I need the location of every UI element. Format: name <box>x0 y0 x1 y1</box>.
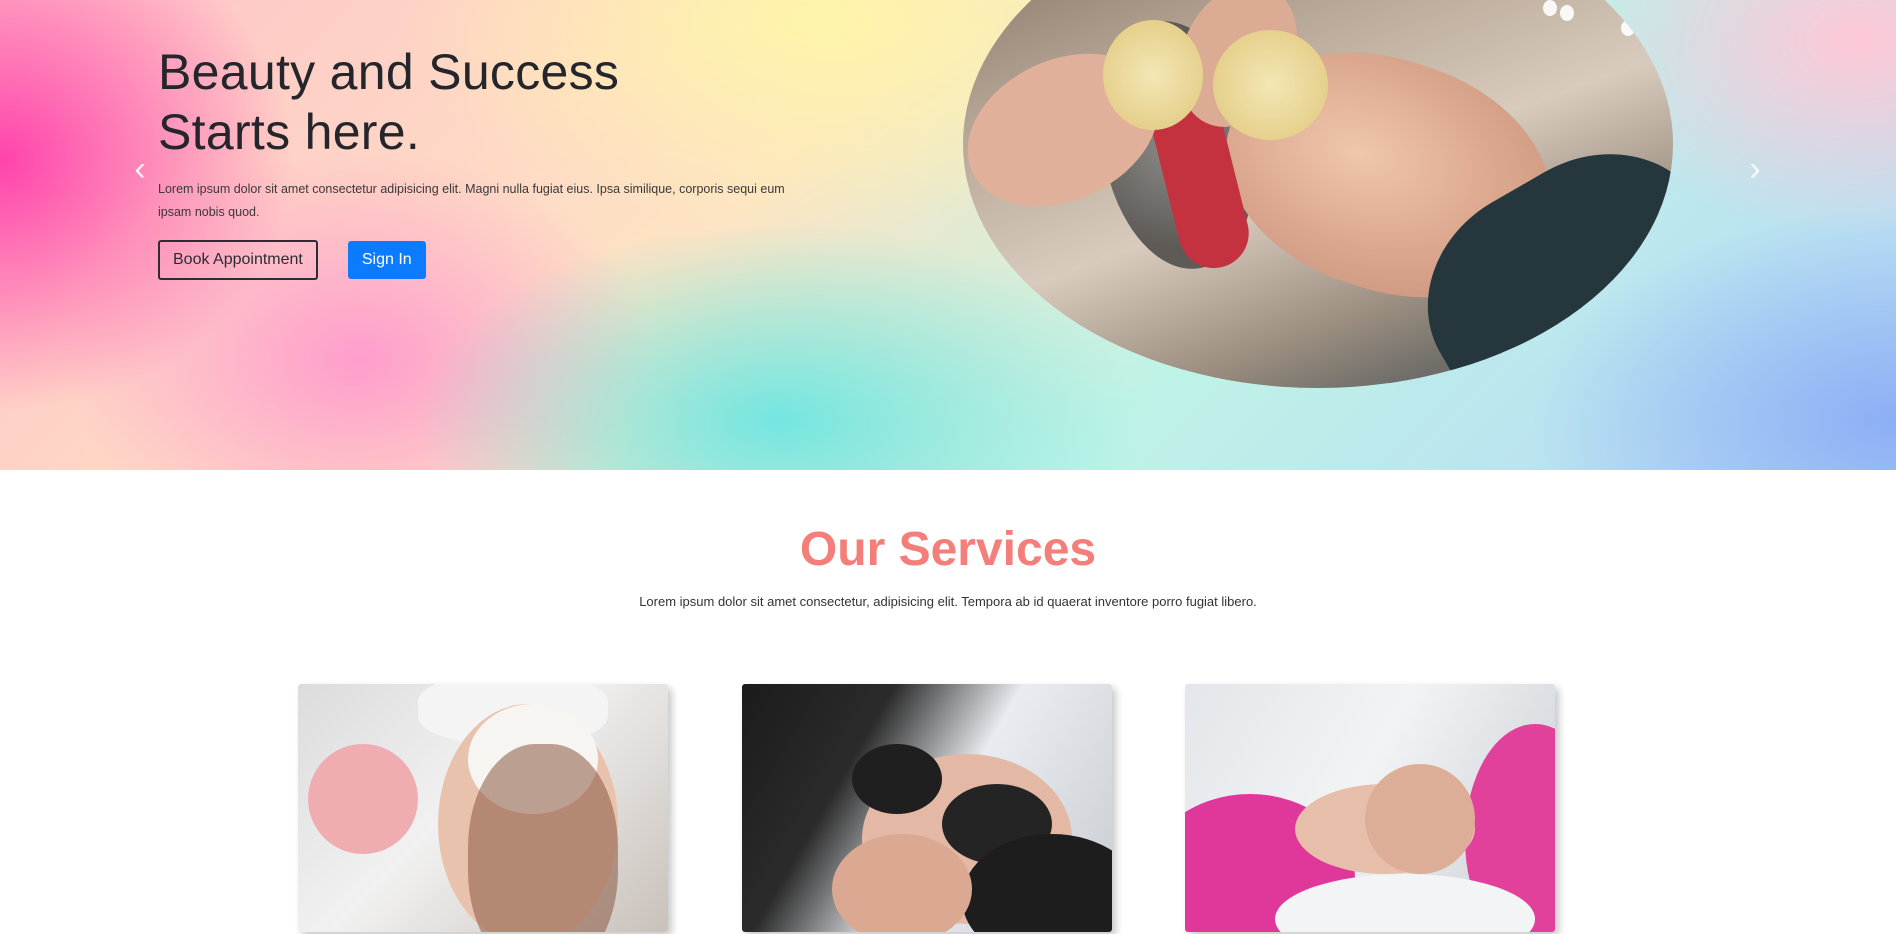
hero-title: Beauty and Success Starts here. <box>158 42 818 162</box>
services-title: Our Services <box>799 523 1097 576</box>
services-description: Lorem ipsum dolor sit amet consectetur, … <box>639 594 1257 609</box>
service-card-facial-mask[interactable] <box>298 684 668 932</box>
bokeh-light <box>1543 0 1557 16</box>
bokeh-light <box>1621 20 1635 36</box>
chevron-left-icon: ‹ <box>134 150 146 188</box>
service-card-charcoal-mask[interactable] <box>742 684 1112 932</box>
sign-in-button[interactable]: Sign In <box>347 241 426 279</box>
carousel-next-button[interactable]: › <box>1741 152 1769 186</box>
book-appointment-button[interactable]: Book Appointment <box>158 240 318 280</box>
cotton-pad-shape <box>1213 30 1328 140</box>
hair-shape <box>468 744 618 932</box>
hero-facial-treatment-image <box>963 0 1673 388</box>
hero-carousel: ‹ › Beauty and Success Starts here. Lore… <box>0 0 1896 470</box>
hand-shape <box>1365 764 1475 874</box>
hero-title-line2: Starts here. <box>158 104 421 160</box>
hero-title-line1: Beauty and Success <box>158 44 620 100</box>
headband-shape <box>852 744 942 814</box>
bokeh-light <box>1560 5 1574 21</box>
cotton-pad-shape <box>1103 20 1203 130</box>
service-card-eyebrow-treatment[interactable] <box>1185 684 1555 932</box>
hero-buttons: Book Appointment Sign In <box>158 240 818 280</box>
chevron-right-icon: › <box>1749 150 1761 188</box>
gloved-hand-shape <box>308 744 418 854</box>
services-section: Our Services Lorem ipsum dolor sit amet … <box>0 470 1896 934</box>
carousel-prev-button[interactable]: ‹ <box>126 152 154 186</box>
hero-text: Beauty and Success Starts here. Lorem ip… <box>158 42 818 280</box>
hero-description: Lorem ipsum dolor sit amet consectetur a… <box>158 182 785 219</box>
